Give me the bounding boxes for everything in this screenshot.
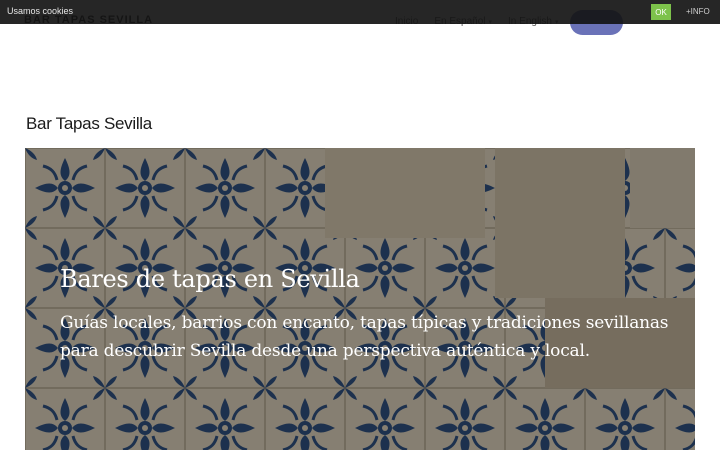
cookie-ok-button[interactable]: OK — [651, 4, 671, 20]
hero-banner: Bares de tapas en Sevilla Guías locales,… — [25, 148, 695, 450]
page-title: Bar Tapas Sevilla — [26, 114, 152, 133]
cookie-info-link[interactable]: +INFO — [686, 7, 710, 16]
hero-description: Guías locales, barrios con encanto, tapa… — [60, 313, 669, 361]
cookie-bar: Usamos cookies OK +INFO — [0, 0, 720, 24]
cookie-text: Usamos cookies — [7, 6, 74, 16]
hero-overlay — [25, 148, 695, 450]
hero-title: Bares de tapas en Sevilla — [60, 265, 360, 293]
